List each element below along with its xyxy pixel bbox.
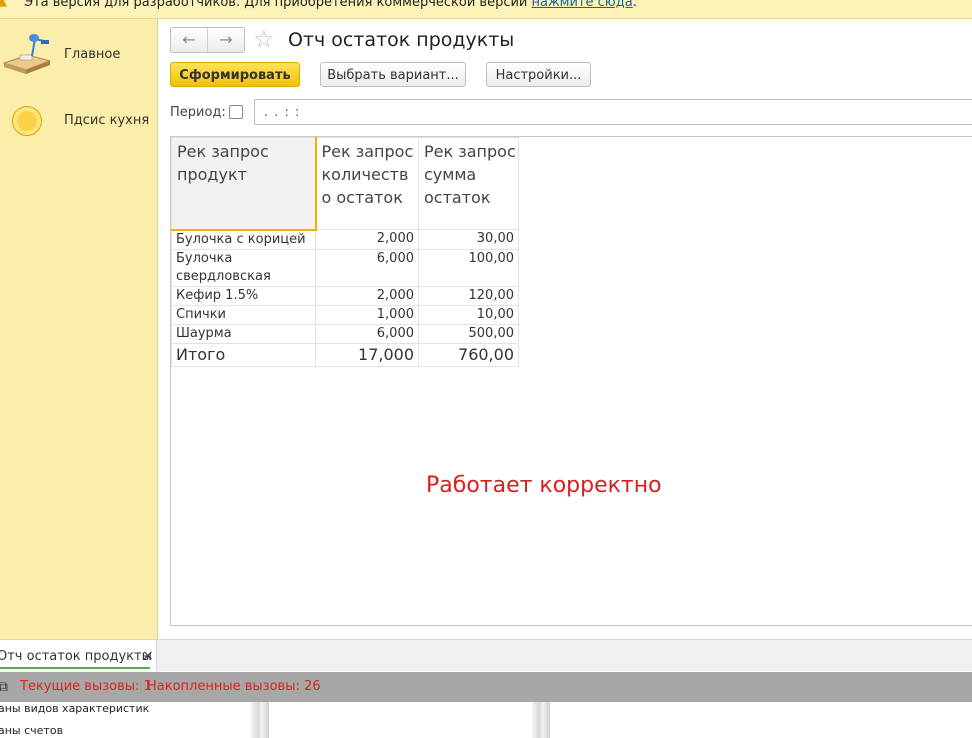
- report-table: Рек запрос продукт Рек запрос количеств …: [171, 137, 519, 367]
- ring-icon: [12, 106, 42, 136]
- total-quantity: 17,000: [315, 342, 419, 367]
- banner-text: Эта версия для разработчиков. Для приобр…: [24, 0, 637, 10]
- banner-link[interactable]: нажмите сюда: [532, 0, 633, 10]
- warning-icon: ▲: [0, 0, 7, 9]
- cell-quantity: 1,000: [315, 304, 419, 325]
- table-row[interactable]: Кефир 1.5% 2,000 120,00: [171, 285, 519, 306]
- period-label: Период:: [170, 105, 226, 120]
- cell-sum: 500,00: [418, 323, 519, 344]
- performance-bar: ⧉ Текущие вызовы: 1 Накопленные вызовы: …: [0, 672, 972, 702]
- table-row[interactable]: Спички 1,000 10,00: [171, 304, 519, 325]
- status-message: Работает корректно: [426, 473, 662, 498]
- cell-product: Спички: [171, 304, 316, 325]
- cell-sum: 10,00: [418, 304, 519, 325]
- generate-button[interactable]: Сформировать: [170, 62, 300, 87]
- banner-suffix: .: [632, 0, 637, 10]
- arrow-left-icon: ←: [182, 30, 196, 49]
- navigation-buttons: ← →: [170, 27, 245, 53]
- tab-label: Отч остаток продукты: [0, 649, 152, 664]
- cell-product: Булочка свердловская: [171, 248, 316, 287]
- accumulated-calls: Накопленные вызовы: 26: [147, 679, 321, 694]
- page-title: Отч остаток продукты: [288, 29, 515, 51]
- sidebar-item-label: Пдсис кухня: [64, 113, 150, 128]
- sidebar: Главное Пдсис кухня: [0, 19, 158, 639]
- background-window-fragment: аны видов характеристик аны счетов: [0, 702, 972, 738]
- cell-product: Булочка с корицей: [171, 229, 316, 250]
- current-calls: Текущие вызовы: 1: [20, 679, 152, 694]
- cell-quantity: 2,000: [315, 229, 419, 250]
- sidebar-item-main[interactable]: Главное: [0, 29, 157, 89]
- sidebar-item-pdsis-kitchen[interactable]: Пдсис кухня: [0, 99, 157, 159]
- table-header-row: Рек запрос продукт Рек запрос количеств …: [171, 137, 519, 231]
- back-button[interactable]: ←: [171, 28, 208, 52]
- arrow-right-icon: →: [219, 30, 233, 49]
- splitter-handle[interactable]: [532, 702, 550, 738]
- forward-button[interactable]: →: [208, 28, 244, 52]
- list-item[interactable]: аны видов характеристик: [0, 702, 149, 715]
- cell-quantity: 2,000: [315, 285, 419, 306]
- cell-quantity: 6,000: [315, 323, 419, 344]
- table-row[interactable]: Булочка с корицей 2,000 30,00: [171, 229, 519, 250]
- sidebar-item-label: Главное: [64, 47, 121, 62]
- cell-sum: 30,00: [418, 229, 519, 250]
- open-windows-bar: Отч остаток продукты ×: [0, 639, 972, 671]
- cell-quantity: 6,000: [315, 248, 419, 287]
- cell-product: Кефир 1.5%: [171, 285, 316, 306]
- report-area: Рек запрос продукт Рек запрос количеств …: [170, 136, 972, 626]
- settings-button[interactable]: Настройки...: [486, 62, 591, 87]
- active-tab-indicator: [0, 667, 150, 669]
- table-total-row[interactable]: Итого 17,000 760,00: [171, 342, 519, 367]
- total-label: Итого: [171, 342, 316, 367]
- total-sum: 760,00: [418, 342, 519, 367]
- table-row[interactable]: Булочка свердловская 6,000 100,00: [171, 248, 519, 287]
- close-icon[interactable]: ×: [142, 648, 154, 664]
- table-row[interactable]: Шаурма 6,000 500,00: [171, 323, 519, 344]
- select-variant-button[interactable]: Выбрать вариант...: [320, 62, 466, 87]
- cell-product: Шаурма: [171, 323, 316, 344]
- favorite-star-icon[interactable]: ☆: [253, 26, 275, 52]
- windows-icon[interactable]: ⧉: [0, 679, 12, 695]
- cell-sum: 120,00: [418, 285, 519, 306]
- developer-version-banner: ▲ Эта версия для разработчиков. Для прио…: [0, 0, 972, 19]
- tab-report[interactable]: Отч остаток продукты ×: [0, 640, 157, 671]
- cell-sum: 100,00: [418, 248, 519, 287]
- column-header-sum[interactable]: Рек запрос сумма остаток: [418, 137, 519, 230]
- splitter-handle[interactable]: [251, 702, 269, 738]
- desk-lamp-icon: [2, 34, 52, 74]
- period-checkbox[interactable]: [229, 105, 243, 119]
- banner-message: Эта версия для разработчиков. Для приобр…: [24, 0, 532, 10]
- period-input[interactable]: . . : :: [254, 99, 972, 125]
- list-item[interactable]: аны счетов: [0, 724, 63, 737]
- column-header-quantity[interactable]: Рек запрос количеств о остаток: [315, 137, 419, 230]
- column-header-product[interactable]: Рек запрос продукт: [171, 137, 317, 231]
